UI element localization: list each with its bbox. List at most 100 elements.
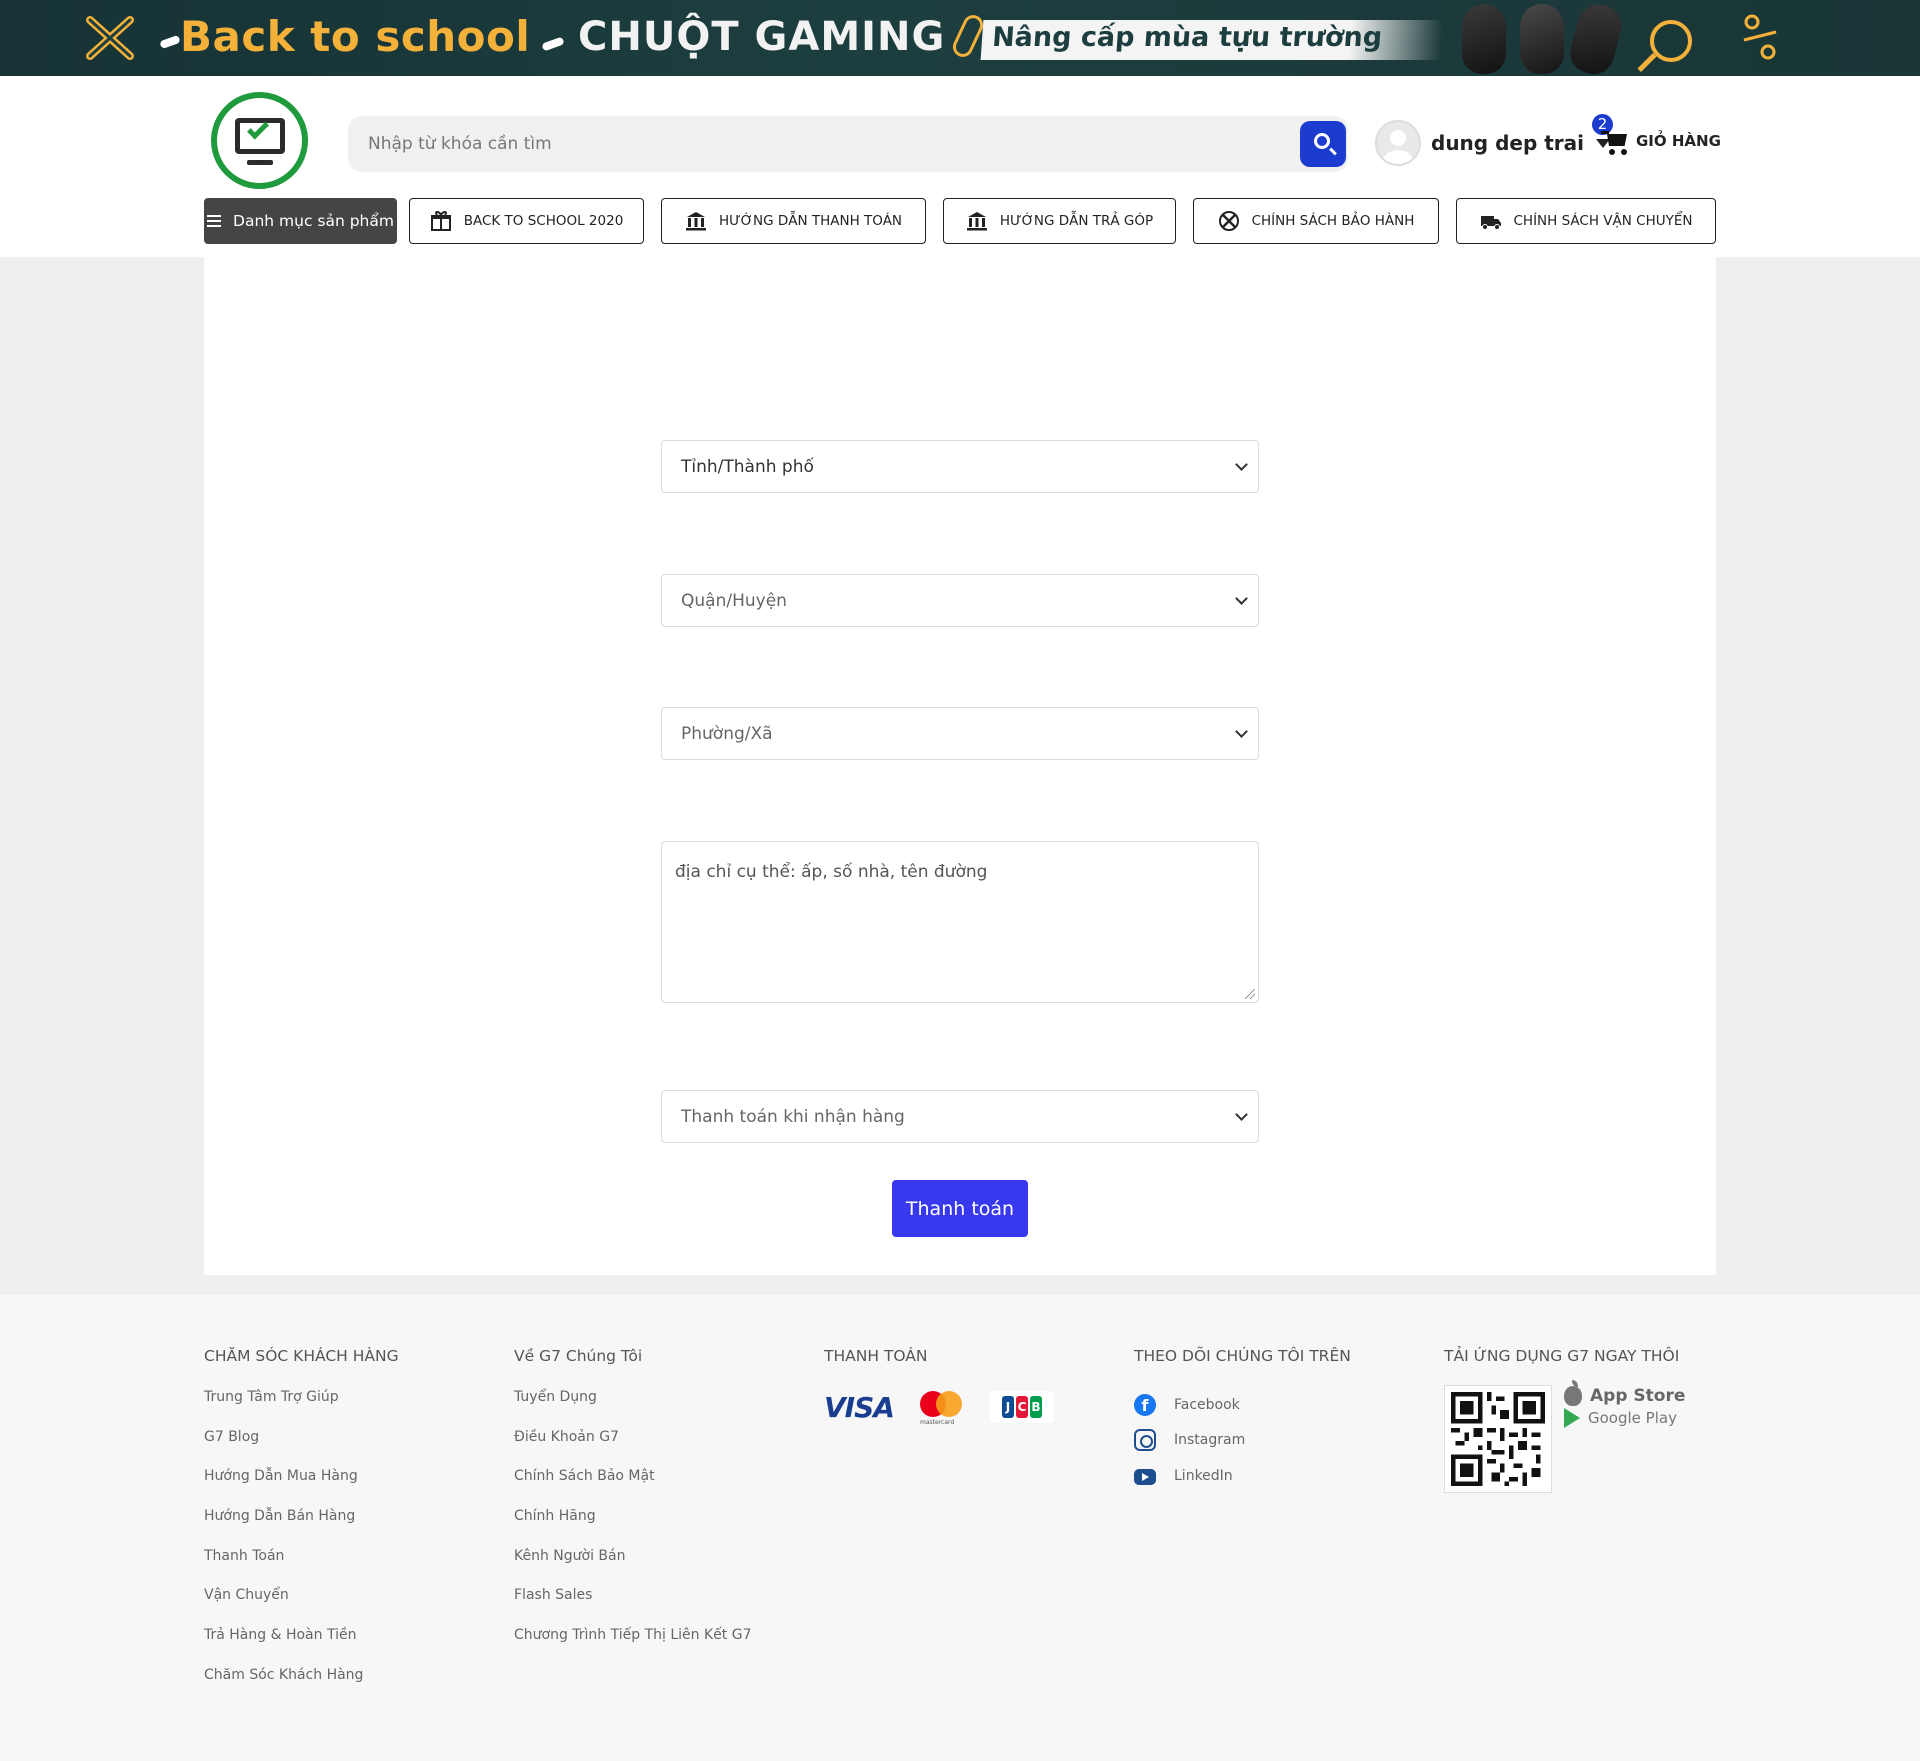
mouse-image <box>1462 4 1506 74</box>
banner-upgrade-text: Nâng cấp mùa tựu trường <box>980 20 1444 60</box>
footer-link[interactable]: G7 Blog <box>204 1427 399 1467</box>
search-input[interactable] <box>348 116 1288 172</box>
jcb-logo: JCB <box>990 1391 1054 1423</box>
banner-dash <box>541 36 565 52</box>
social-label: Instagram <box>1174 1432 1246 1449</box>
mastercard-logo: mastercard <box>914 1389 970 1426</box>
nav-warranty-policy[interactable]: CHÍNH SÁCH BẢO HÀNH <box>1193 198 1439 244</box>
google-play-label: Google Play <box>1588 1409 1677 1427</box>
social-label: LinkedIn <box>1174 1467 1233 1484</box>
footer-link[interactable]: Điều Khoản G7 <box>514 1427 751 1467</box>
visa-logo: VISA <box>824 1390 895 1424</box>
cart-icon <box>1601 128 1630 155</box>
footer-link[interactable]: Chính Sách Bảo Mật <box>514 1466 751 1506</box>
site-footer: CHĂM SÓC KHÁCH HÀNG Trung Tâm Trợ Giúp G… <box>0 1295 1920 1761</box>
user-menu[interactable]: dung dep trai <box>1375 118 1611 168</box>
nav-label: CHÍNH SÁCH VẬN CHUYỂN <box>1513 213 1693 229</box>
footer-link[interactable]: Trung Tâm Trợ Giúp <box>204 1387 399 1427</box>
mastercard-text: mastercard <box>920 1419 955 1426</box>
checkout-submit-button[interactable]: Thanh toán <box>892 1180 1028 1237</box>
mouse-image <box>1565 0 1627 76</box>
linkedin-link[interactable]: LinkedIn <box>1134 1458 1351 1494</box>
footer-link[interactable]: Chính Hãng <box>514 1506 751 1546</box>
facebook-link[interactable]: f Facebook <box>1134 1387 1351 1423</box>
footer-heading: CHĂM SÓC KHÁCH HÀNG <box>204 1347 399 1365</box>
instagram-icon <box>1134 1429 1156 1452</box>
banner-dash <box>159 34 181 50</box>
district-select[interactable]: Quận/Huyện <box>661 574 1259 627</box>
youtube-icon <box>1134 1469 1156 1486</box>
app-store-link[interactable]: App Store <box>1564 1380 1686 1407</box>
avatar[interactable] <box>1375 120 1421 166</box>
chevron-down-icon <box>1235 458 1248 471</box>
nav-back-to-school[interactable]: BACK TO SCHOOL 2020 <box>409 198 644 244</box>
footer-social: THEO DÕI CHÚNG TÔI TRÊN f Facebook Insta… <box>1134 1347 1351 1494</box>
qr-code <box>1444 1385 1552 1493</box>
footer-customer-care: CHĂM SÓC KHÁCH HÀNG Trung Tâm Trợ Giúp G… <box>204 1347 399 1705</box>
search-bar <box>348 116 1348 172</box>
facebook-icon: f <box>1134 1393 1156 1416</box>
address-placeholder: địa chỉ cụ thể: ấp, số nhà, tên đường <box>675 862 988 882</box>
nav-label: BACK TO SCHOOL 2020 <box>463 213 624 229</box>
google-play-icon <box>1564 1408 1580 1428</box>
footer-link[interactable]: Chăm Sóc Khách Hàng <box>204 1665 399 1705</box>
nav-label: HƯỚNG DẪN THANH TOÁN <box>718 213 903 229</box>
google-play-link[interactable]: Google Play <box>1564 1407 1685 1429</box>
footer-link[interactable]: Hướng Dẫn Mua Hàng <box>204 1466 399 1506</box>
footer-link[interactable]: Flash Sales <box>514 1585 751 1625</box>
footer-link[interactable]: Chương Trình Tiếp Thị Liên Kết G7 <box>514 1625 751 1665</box>
magnifier-icon <box>1650 20 1692 62</box>
footer-heading: TẢI ỨNG DỤNG G7 NGAY THÔI <box>1444 1347 1680 1365</box>
promo-banner[interactable]: Back to school CHUỘT GAMING Nâng cấp mùa… <box>0 0 1920 76</box>
tools-icon <box>1218 211 1239 231</box>
chevron-down-icon <box>1235 1108 1248 1121</box>
instagram-link[interactable]: Instagram <box>1134 1423 1351 1459</box>
menu-icon <box>207 215 222 227</box>
site-header: dung dep trai 2 GIỎ HÀNG Danh mục sản ph… <box>0 76 1920 257</box>
truck-icon <box>1480 216 1501 230</box>
nav-shipping-policy[interactable]: CHÍNH SÁCH VẬN CHUYỂN <box>1456 198 1716 244</box>
footer-link[interactable]: Tuyển Dụng <box>514 1387 751 1427</box>
chevron-down-icon <box>1235 592 1248 605</box>
footer-link[interactable]: Hướng Dẫn Bán Hàng <box>204 1506 399 1546</box>
footer-heading: THEO DÕI CHÚNG TÔI TRÊN <box>1134 1347 1351 1365</box>
gift-icon <box>430 211 451 231</box>
banner-gaming-title: CHUỘT GAMING <box>578 14 946 60</box>
payment-method-value: Thanh toán khi nhận hàng <box>681 1106 905 1127</box>
footer-app: TẢI ỨNG DỤNG G7 NGAY THÔI App Store Goog… <box>1444 1347 1704 1547</box>
app-store-label: App Store <box>1590 1386 1686 1406</box>
cart-button[interactable]: GIỎ HÀNG <box>1601 116 1721 166</box>
mouse-image <box>1520 4 1564 74</box>
footer-heading: THANH TOÁN <box>824 1347 928 1365</box>
ward-select[interactable]: Phường/Xã <box>661 707 1259 760</box>
monitor-stand <box>247 160 273 165</box>
checkout-form-panel: Tỉnh/Thành phố Quận/Huyện Phường/Xã địa … <box>204 257 1716 1275</box>
nav-payment-guide[interactable]: HƯỚNG DẪN THANH TOÁN <box>661 198 926 244</box>
bank-icon <box>966 212 987 231</box>
province-select[interactable]: Tỉnh/Thành phố <box>661 440 1259 493</box>
social-label: Facebook <box>1174 1396 1240 1413</box>
search-button[interactable] <box>1300 121 1346 167</box>
address-textarea[interactable]: địa chỉ cụ thể: ấp, số nhà, tên đường <box>661 841 1259 1003</box>
nav-installment-guide[interactable]: HƯỚNG DẪN TRẢ GÓP <box>943 198 1176 244</box>
footer-link[interactable]: Trả Hàng & Hoàn Tiền <box>204 1625 399 1665</box>
category-menu-button[interactable]: Danh mục sản phẩm <box>204 198 397 244</box>
percent-icon <box>1743 14 1777 60</box>
nav-label: HƯỚNG DẪN TRẢ GÓP <box>999 213 1154 229</box>
footer-link[interactable]: Vận Chuyển <box>204 1585 399 1625</box>
user-name[interactable]: dung dep trai <box>1431 131 1584 155</box>
footer-heading: Về G7 Chúng Tôi <box>514 1347 643 1365</box>
banner-back-to-school: Back to school <box>180 12 531 61</box>
footer-link[interactable]: Thanh Toán <box>204 1546 399 1586</box>
search-icon <box>1314 133 1330 149</box>
apple-icon <box>1564 1380 1582 1406</box>
resize-handle[interactable] <box>1245 989 1255 999</box>
payment-method-select[interactable]: Thanh toán khi nhận hàng <box>661 1090 1259 1143</box>
footer-link[interactable]: Kênh Người Bán <box>514 1546 751 1586</box>
site-logo[interactable] <box>211 92 308 189</box>
footer-payment: THANH TOÁN VISA mastercard JCB <box>824 1347 1054 1426</box>
ward-value: Phường/Xã <box>681 723 773 744</box>
nav-label: CHÍNH SÁCH BẢO HÀNH <box>1251 213 1415 229</box>
district-value: Quận/Huyện <box>681 590 787 611</box>
x-icon <box>86 16 134 60</box>
